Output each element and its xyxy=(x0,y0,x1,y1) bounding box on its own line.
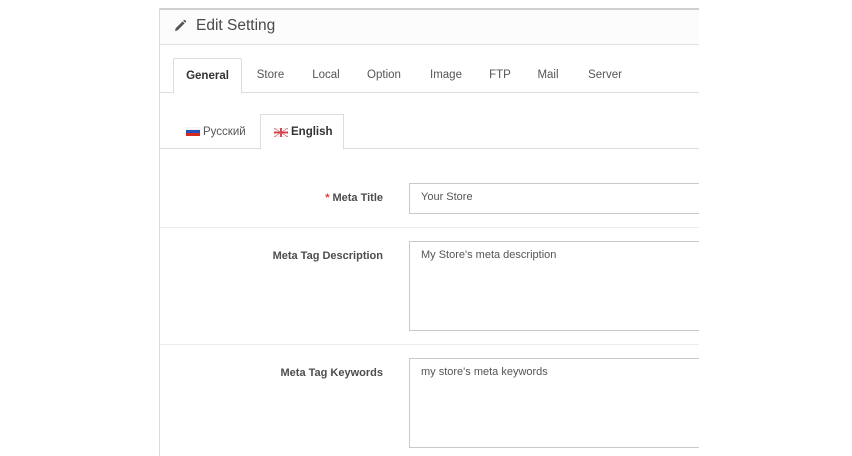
meta-title-label-text: Meta Title xyxy=(332,192,383,204)
settings-panel: Edit Setting General Store Local Option … xyxy=(159,8,699,456)
english-flag-icon xyxy=(274,127,288,137)
meta-keywords-textarea[interactable]: my store's meta keywords xyxy=(409,358,699,448)
tab-language-english[interactable]: English xyxy=(260,114,344,150)
language-tabs: Русский English xyxy=(160,114,699,150)
meta-title-row: * Meta Title Your Store xyxy=(160,170,699,228)
pencil-icon xyxy=(175,19,187,31)
page-title: Edit Setting xyxy=(196,17,276,34)
meta-title-label: * Meta Title xyxy=(325,192,383,204)
meta-keywords-row: Meta Tag Keywords my store's meta keywor… xyxy=(160,345,699,456)
page: Edit Setting General Store Local Option … xyxy=(0,0,852,456)
tab-option[interactable]: Option xyxy=(361,58,407,93)
tab-mail[interactable]: Mail xyxy=(531,58,565,93)
required-marker: * xyxy=(325,192,330,204)
main-tabs: General Store Local Option Image FTP Mai… xyxy=(160,58,699,94)
meta-description-label: Meta Tag Description xyxy=(272,250,383,262)
meta-description-textarea[interactable]: My Store's meta description xyxy=(409,241,699,331)
tab-general[interactable]: General xyxy=(173,58,242,94)
tab-local[interactable]: Local xyxy=(305,58,347,93)
tab-server[interactable]: Server xyxy=(581,58,629,93)
tab-language-russian[interactable]: Русский xyxy=(173,114,259,149)
tab-language-english-label: English xyxy=(291,126,333,138)
meta-title-input[interactable]: Your Store xyxy=(409,183,699,214)
tab-language-russian-label: Русский xyxy=(203,125,246,138)
panel-heading: Edit Setting xyxy=(160,10,699,45)
tab-ftp[interactable]: FTP xyxy=(484,58,516,93)
meta-description-row: Meta Tag Description My Store's meta des… xyxy=(160,228,699,345)
russian-flag-icon xyxy=(186,127,200,136)
meta-keywords-label: Meta Tag Keywords xyxy=(280,367,384,379)
tab-store[interactable]: Store xyxy=(248,58,293,93)
tab-image[interactable]: Image xyxy=(424,58,468,93)
